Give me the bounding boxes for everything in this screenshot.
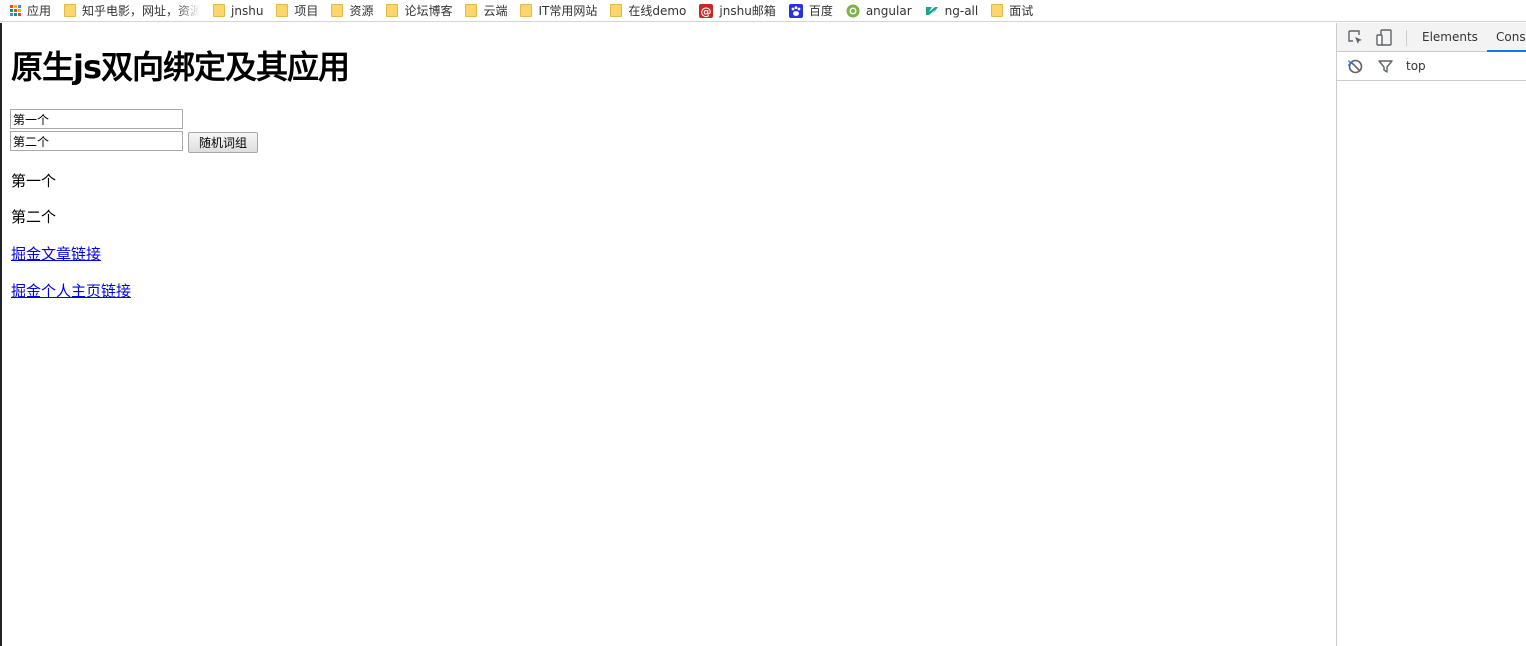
- bookmark-label: angular: [865, 3, 912, 18]
- bookmark-label: ng-all: [944, 3, 979, 18]
- devtools-panel: Elements Cons top ›: [1336, 23, 1526, 646]
- bookmark-label: 论坛博客: [404, 3, 453, 18]
- bookmark-label: 知乎电影，网址，资源: [82, 3, 201, 18]
- folder-icon: [610, 4, 623, 17]
- toolbar-divider: [1406, 30, 1407, 46]
- inspect-element-icon[interactable]: [1347, 29, 1364, 46]
- bookmark-interview-folder[interactable]: 面试: [991, 0, 1033, 22]
- bookmark-forum-folder[interactable]: 论坛博客: [386, 0, 452, 22]
- browser-window: 应用 知乎电影，网址，资源 jnshu 项目 资源 论坛博客 云端 IT常用网站…: [0, 0, 1526, 646]
- bookmark-resources-folder[interactable]: 资源: [331, 0, 373, 22]
- bookmark-ng-all[interactable]: ng-all: [925, 0, 979, 22]
- folder-icon: [520, 4, 533, 17]
- context-selector[interactable]: top: [1406, 52, 1426, 81]
- bookmark-label: jnshu: [231, 3, 264, 18]
- bookmark-jnshu-mail[interactable]: @ jnshu邮箱: [699, 0, 776, 22]
- folder-icon: [276, 4, 289, 17]
- first-word-input[interactable]: [10, 109, 183, 129]
- bookmark-label: 面试: [1009, 3, 1034, 18]
- bookmark-label: 云端: [483, 3, 508, 18]
- console-prompt[interactable]: ›: [1347, 56, 1352, 71]
- mail-icon: @: [699, 3, 714, 18]
- bookmark-apps[interactable]: 应用: [10, 0, 51, 22]
- bookmark-label: 项目: [294, 3, 319, 18]
- folder-icon: [64, 4, 77, 17]
- first-word-output: 第一个: [11, 172, 57, 190]
- ng-all-icon: [925, 4, 939, 18]
- bookmark-label: 百度: [808, 3, 833, 18]
- bookmark-label: jnshu邮箱: [719, 3, 776, 18]
- console-toolbar: top: [1337, 52, 1526, 81]
- tab-elements[interactable]: Elements: [1422, 23, 1478, 52]
- juejin-article-link[interactable]: 掘金文章链接: [11, 245, 101, 263]
- svg-text:@: @: [701, 5, 712, 18]
- filter-icon[interactable]: [1377, 58, 1394, 75]
- bookmark-zhihu-folder[interactable]: 知乎电影，网址，资源: [64, 0, 200, 22]
- bookmark-label: IT常用网站: [538, 3, 598, 18]
- second-word-input[interactable]: [10, 131, 183, 151]
- bookmark-jnshu-folder[interactable]: jnshu: [213, 0, 263, 22]
- folder-icon: [991, 4, 1004, 17]
- folder-icon: [331, 4, 344, 17]
- folder-icon: [386, 4, 399, 17]
- apps-grid-icon: [10, 5, 21, 16]
- second-word-output: 第二个: [11, 208, 57, 226]
- juejin-profile-link[interactable]: 掘金个人主页链接: [11, 282, 131, 300]
- tab-console[interactable]: Cons: [1487, 23, 1526, 52]
- page-title: 原生js双向绑定及其应用: [11, 48, 350, 86]
- bookmark-online-demo-folder[interactable]: 在线demo: [610, 0, 686, 22]
- bookmark-cloud-folder[interactable]: 云端: [465, 0, 507, 22]
- bookmark-label: 在线demo: [628, 3, 687, 18]
- bookmark-label: 应用: [27, 3, 52, 18]
- bookmark-projects-folder[interactable]: 项目: [276, 0, 318, 22]
- folder-icon: [213, 4, 226, 17]
- folder-icon: [465, 4, 478, 17]
- bookmarks-bar: 应用 知乎电影，网址，资源 jnshu 项目 资源 论坛博客 云端 IT常用网站…: [0, 0, 1526, 22]
- random-phrase-button[interactable]: 随机词组: [188, 132, 258, 153]
- page-viewport: 原生js双向绑定及其应用 随机词组 第一个 第二个 掘金文章链接 掘金个人主页链…: [0, 23, 1336, 646]
- bookmark-it-sites-folder[interactable]: IT常用网站: [520, 0, 597, 22]
- bookmark-angular[interactable]: angular: [846, 0, 912, 22]
- bookmark-baidu[interactable]: 百度: [788, 0, 833, 22]
- angular-icon: [846, 4, 860, 18]
- devtools-tab-bar: Elements Cons: [1337, 23, 1526, 52]
- device-toolbar-icon[interactable]: [1376, 29, 1393, 46]
- baidu-paw-icon: [788, 3, 803, 18]
- bookmark-label: 资源: [349, 3, 374, 18]
